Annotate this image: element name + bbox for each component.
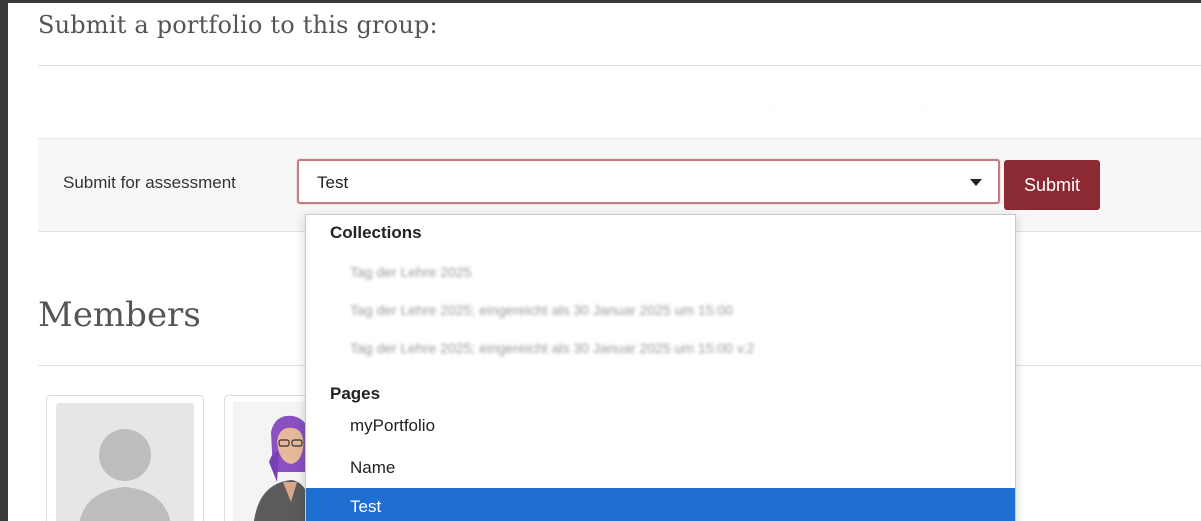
option-collection-2[interactable]: Tag der Lehre 2025; eingereicht als 30 J… <box>306 291 1015 329</box>
group-page: Submit a portfolio to this group: . . Su… <box>0 0 1201 521</box>
members-title: Members <box>38 295 201 335</box>
portfolio-select[interactable]: Test <box>297 159 1000 204</box>
default-avatar-icon <box>79 429 171 521</box>
member-card[interactable] <box>46 395 204 521</box>
option-label: Tag der Lehre 2025 <box>350 264 472 280</box>
optgroup-collections: Collections <box>330 223 422 242</box>
member-card[interactable] <box>224 395 314 521</box>
option-collection-1[interactable]: Tag der Lehre 2025 <box>306 253 1015 291</box>
optgroup-pages: Pages <box>330 384 381 403</box>
option-myportfolio[interactable]: myPortfolio <box>306 407 1015 445</box>
member-photo-icon <box>233 402 313 521</box>
submit-button[interactable]: Submit <box>1004 160 1100 210</box>
avatar <box>233 402 313 521</box>
portfolio-dropdown-list: Collections Tag der Lehre 2025 Tag der L… <box>305 214 1016 521</box>
divider <box>38 65 1201 66</box>
option-collection-3[interactable]: Tag der Lehre 2025; eingereicht als 30 J… <box>306 329 1015 367</box>
submit-label: Submit for assessment <box>63 173 236 192</box>
avatar <box>56 403 194 521</box>
caret-down-icon[interactable] <box>970 179 982 186</box>
blurred-text: . . <box>768 95 924 110</box>
option-test[interactable]: Test <box>306 488 1015 521</box>
option-label: Tag der Lehre 2025; eingereicht als 30 J… <box>350 340 755 356</box>
select-value: Test <box>317 173 349 192</box>
option-name[interactable]: Name <box>306 449 1015 487</box>
section-title: Submit a portfolio to this group: <box>38 11 438 39</box>
option-label: Tag der Lehre 2025; eingereicht als 30 J… <box>350 302 733 318</box>
